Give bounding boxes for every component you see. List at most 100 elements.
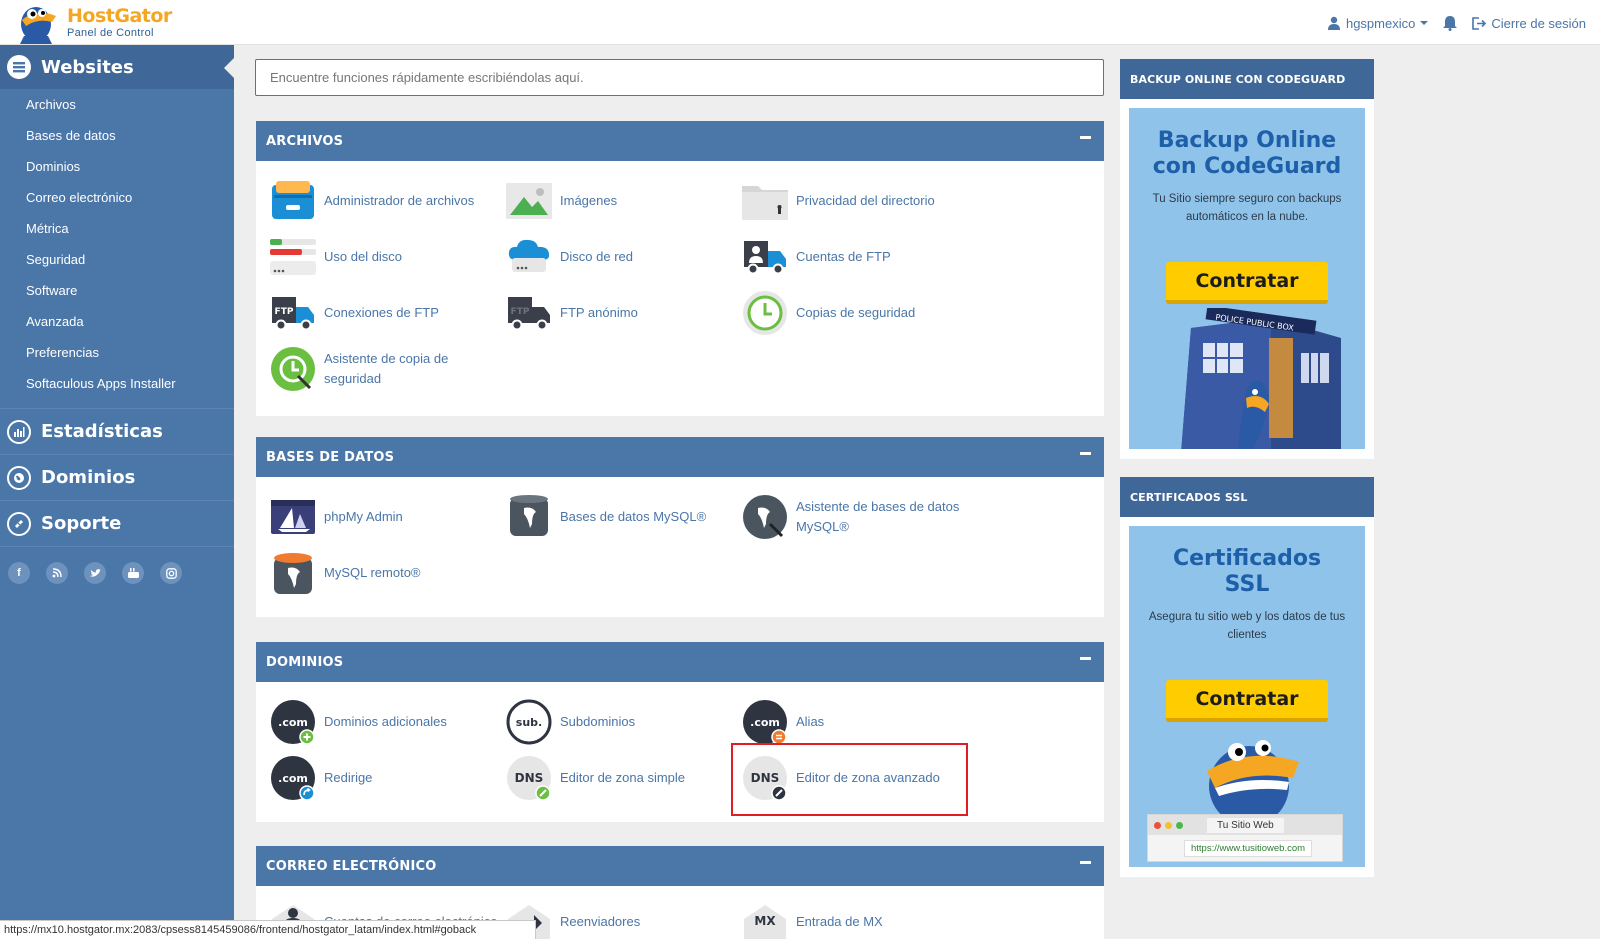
- sidebar-section-estadisticas[interactable]: Estadísticas: [0, 408, 234, 454]
- sidebar-item-preferencias[interactable]: Preferencias: [0, 337, 234, 368]
- svg-text:.com: .com: [278, 772, 308, 785]
- tool-disk-usage[interactable]: Uso del disco: [270, 233, 506, 281]
- hostgator-logo[interactable]: HostGator Panel de Control: [12, 2, 172, 44]
- notifications-button[interactable]: [1442, 15, 1458, 31]
- tool-file-manager[interactable]: Administrador de archivos: [270, 177, 506, 225]
- user-menu[interactable]: hgspmexico: [1327, 16, 1429, 31]
- police-box-illustration: POLICE PUBLIC BOX: [1181, 308, 1341, 449]
- sidebar-item-bases-de-datos[interactable]: Bases de datos: [0, 120, 234, 151]
- backup-wizard-icon: [270, 346, 316, 392]
- ad-ssl-banner[interactable]: Certificados SSL Asegura tu sitio web y …: [1129, 526, 1365, 867]
- websites-icon: [7, 55, 31, 79]
- tool-phpmyadmin[interactable]: phpMy Admin: [270, 493, 506, 541]
- panel-archivos-header[interactable]: ARCHIVOS: [256, 121, 1104, 161]
- tool-redirects[interactable]: .com Redirige: [270, 754, 506, 802]
- facebook-icon[interactable]: f: [8, 562, 30, 584]
- tool-mx-entry[interactable]: MX Entrada de MX: [742, 898, 978, 939]
- twitter-icon[interactable]: [84, 562, 106, 584]
- images-icon: [506, 178, 552, 224]
- collapse-icon[interactable]: [1080, 656, 1091, 660]
- svg-text:MX: MX: [754, 914, 776, 928]
- backup-clock-icon: [742, 290, 788, 336]
- sidebar-section-dominios[interactable]: Dominios: [0, 454, 234, 500]
- svg-text:DNS: DNS: [515, 771, 544, 785]
- ad-codeguard-contratar-button[interactable]: Contratar: [1166, 262, 1328, 304]
- user-icon: [1327, 16, 1340, 30]
- tool-ftp-connections[interactable]: FTP Conexiones de FTP: [270, 289, 506, 337]
- sidebar-item-softaculous[interactable]: Softaculous Apps Installer: [0, 368, 234, 399]
- tool-backup-wizard[interactable]: Asistente de copia de seguridad: [270, 345, 506, 393]
- collapse-icon[interactable]: [1080, 860, 1091, 864]
- tool-label: Entrada de MX: [796, 914, 883, 929]
- tool-backups[interactable]: Copias de seguridad: [742, 289, 978, 337]
- tool-directory-privacy[interactable]: Privacidad del directorio: [742, 177, 978, 225]
- ad-codeguard-banner[interactable]: Backup Online con CodeGuard Tu Sitio sie…: [1129, 108, 1365, 449]
- sidebar-item-software[interactable]: Software: [0, 275, 234, 306]
- logout-link[interactable]: Cierre de sesión: [1472, 16, 1586, 31]
- mx-entry-icon: MX: [742, 899, 788, 939]
- instagram-icon[interactable]: [160, 562, 182, 584]
- tool-remote-mysql[interactable]: MySQL remoto®: [270, 549, 506, 597]
- svg-text:FTP: FTP: [511, 307, 530, 317]
- sidebar-item-archivos[interactable]: Archivos: [0, 89, 234, 120]
- alias-domain-icon: .com: [742, 699, 788, 745]
- panel-dominios-title: DOMINIOS: [266, 654, 344, 670]
- logout-icon: [1472, 16, 1487, 30]
- phpmyadmin-icon: [270, 494, 316, 540]
- sidebar-item-metrica[interactable]: Métrica: [0, 213, 234, 244]
- collapse-icon[interactable]: [1080, 135, 1091, 139]
- panel-dominios: DOMINIOS .com Dominios adicionales sub. …: [256, 642, 1104, 822]
- tool-ftp-accounts[interactable]: Cuentas de FTP: [742, 233, 978, 281]
- ftp-user-truck-icon: [742, 234, 788, 280]
- ad-ssl-text: Asegura tu sitio web y los datos de tus …: [1148, 611, 1346, 641]
- sidebar-section-soporte[interactable]: Soporte: [0, 500, 234, 546]
- panel-bases-header[interactable]: BASES DE DATOS: [256, 437, 1104, 477]
- cloud-drive-icon: [506, 234, 552, 280]
- ad-codeguard: BACKUP ONLINE CON CODEGUARD Backup Onlin…: [1120, 59, 1374, 459]
- tool-mysql-databases[interactable]: Bases de datos MySQL®: [506, 493, 742, 541]
- logo-name: HostGator: [67, 5, 172, 27]
- tool-aliases[interactable]: .com Alias: [742, 698, 978, 746]
- svg-text:DNS: DNS: [751, 771, 780, 785]
- panel-correo-header[interactable]: CORREO ELECTRÓNICO: [256, 846, 1104, 886]
- panel-bases-de-datos: BASES DE DATOS phpMy Admin Bases de dato…: [256, 437, 1104, 617]
- panel-dominios-body: .com Dominios adicionales sub. Subdomini…: [256, 682, 1104, 802]
- tool-subdomains[interactable]: sub. Subdominios: [506, 698, 742, 746]
- panel-dominios-header[interactable]: DOMINIOS: [256, 642, 1104, 682]
- anonymous-ftp-truck-icon: FTP: [506, 290, 552, 336]
- collapse-icon[interactable]: [1080, 451, 1091, 455]
- ad-ssl-contratar-button[interactable]: Contratar: [1166, 680, 1328, 722]
- sidebar-item-correo[interactable]: Correo electrónico: [0, 182, 234, 213]
- tool-advanced-zone-editor[interactable]: DNS Editor de zona avanzado: [742, 754, 978, 802]
- sidebar-estadisticas-label: Estadísticas: [41, 421, 163, 442]
- ad-codeguard-header: BACKUP ONLINE CON CODEGUARD: [1120, 59, 1374, 99]
- tool-label: Administrador de archivos: [324, 193, 475, 208]
- support-icon: [7, 511, 31, 536]
- tool-forwarders[interactable]: Reenviadores: [506, 898, 742, 939]
- sidebar-item-dominios[interactable]: Dominios: [0, 151, 234, 182]
- tool-addon-domains[interactable]: .com Dominios adicionales: [270, 698, 506, 746]
- redirect-domain-icon: .com: [270, 755, 316, 801]
- tool-label: Editor de zona avanzado: [796, 770, 940, 785]
- svg-text:sub.: sub.: [516, 716, 542, 729]
- tool-network-disk[interactable]: Disco de red: [506, 233, 742, 281]
- search-input[interactable]: [255, 59, 1104, 96]
- tool-label: Alias: [796, 714, 825, 729]
- tool-label: Subdominios: [560, 714, 636, 729]
- ad-ssl-title: Certificados SSL: [1172, 546, 1322, 597]
- top-bar: HostGator Panel de Control hgspmexico Ci…: [0, 0, 1600, 45]
- tool-label: Imágenes: [560, 193, 618, 208]
- sidebar-item-avanzada[interactable]: Avanzada: [0, 306, 234, 337]
- tool-simple-zone-editor[interactable]: DNS Editor de zona simple: [506, 754, 742, 802]
- tool-mysql-wizard[interactable]: Asistente de bases de datos MySQL®: [742, 493, 978, 541]
- sidebar-item-seguridad[interactable]: Seguridad: [0, 244, 234, 275]
- ad-codeguard-text: Tu Sitio siempre seguro con backups auto…: [1152, 193, 1342, 223]
- sidebar-section-websites[interactable]: Websites: [0, 45, 235, 89]
- tool-anonymous-ftp[interactable]: FTP FTP anónimo: [506, 289, 742, 337]
- youtube-icon[interactable]: [122, 562, 144, 584]
- svg-text:FTP: FTP: [275, 307, 294, 317]
- tool-images[interactable]: Imágenes: [506, 177, 742, 225]
- rss-icon[interactable]: [46, 562, 68, 584]
- tool-label: Asistente de copia de seguridad: [324, 351, 449, 386]
- logo-subtitle: Panel de Control: [67, 27, 154, 39]
